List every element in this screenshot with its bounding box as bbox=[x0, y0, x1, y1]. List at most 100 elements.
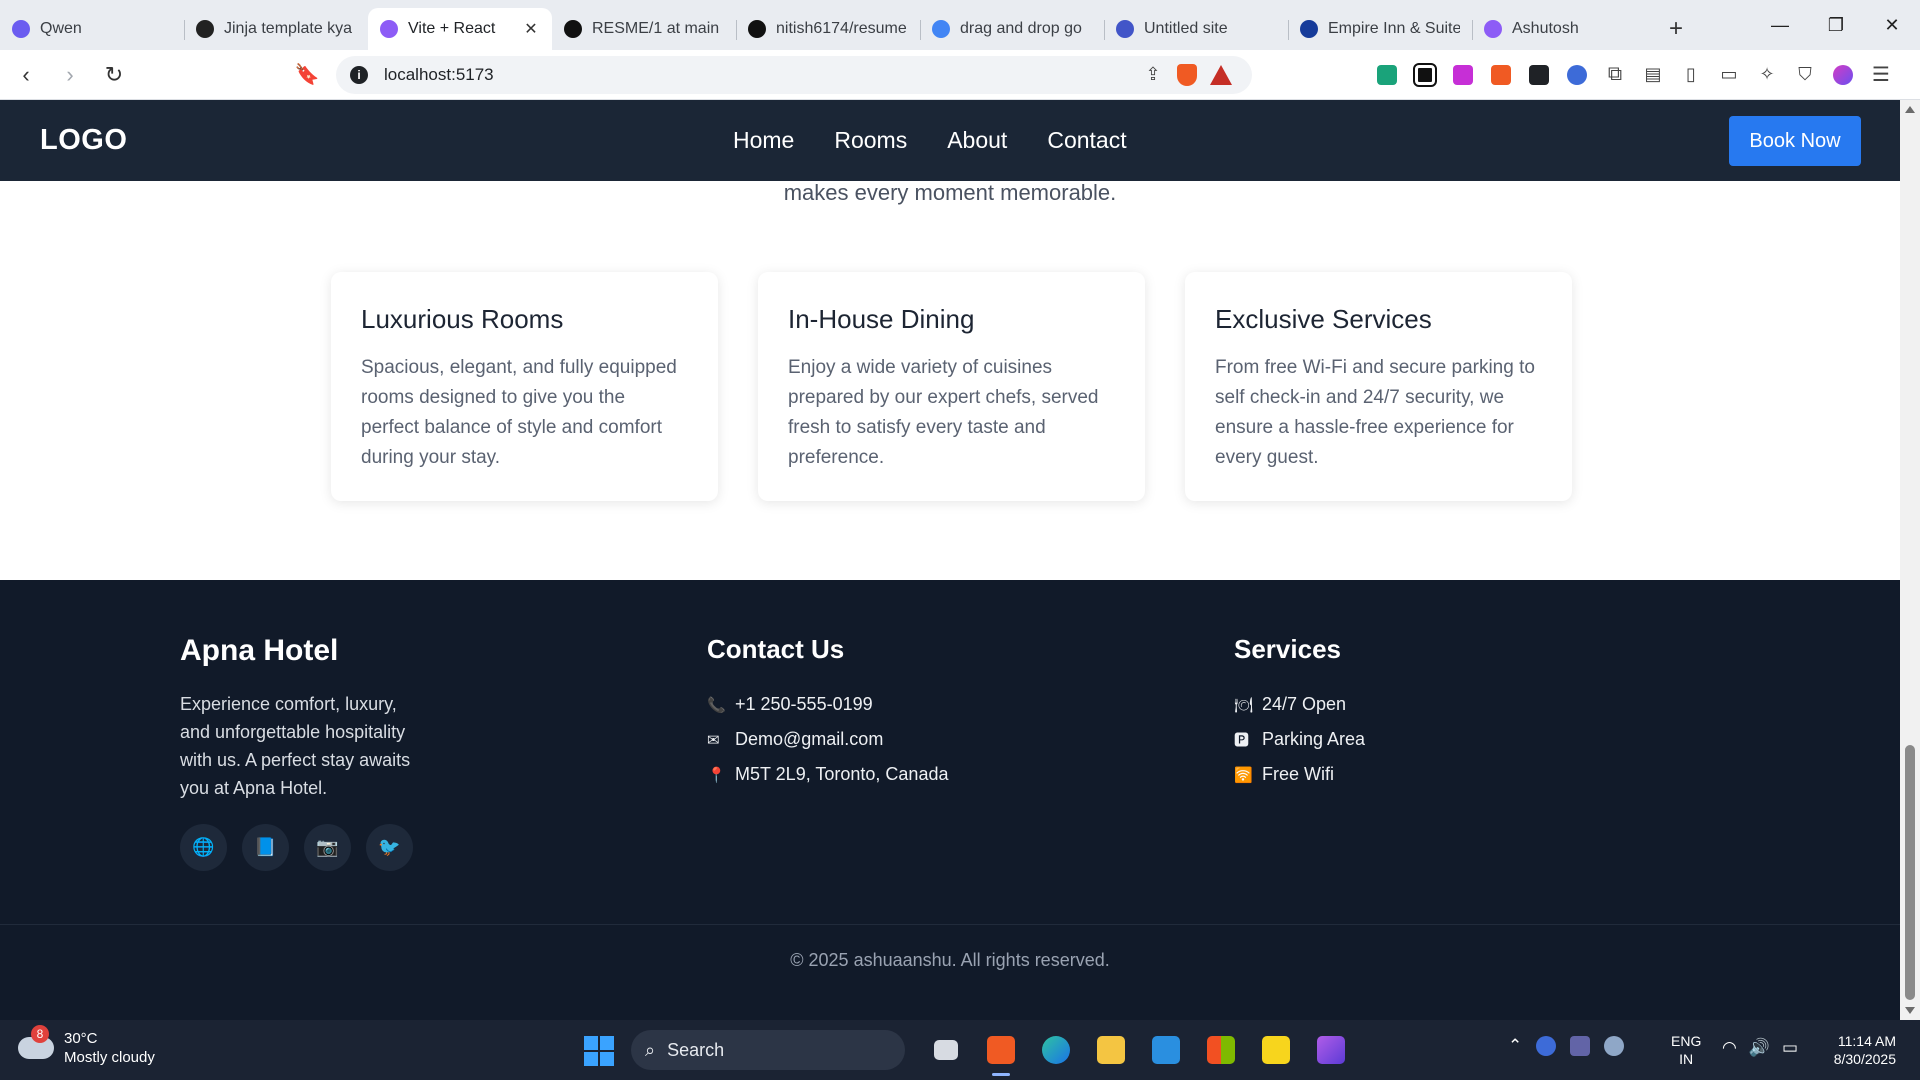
nav-home[interactable]: Home bbox=[733, 127, 794, 154]
book-now-button[interactable]: Book Now bbox=[1729, 116, 1861, 166]
language-indicator[interactable]: ENG IN bbox=[1671, 1032, 1701, 1068]
scroll-up-arrow-icon[interactable] bbox=[1905, 106, 1915, 113]
nav-contact[interactable]: Contact bbox=[1047, 127, 1126, 154]
task-view-icon[interactable] bbox=[918, 1030, 973, 1070]
site-logo[interactable]: LOGO bbox=[40, 124, 127, 157]
tray-app-icon[interactable] bbox=[1536, 1036, 1557, 1056]
parking-icon: 🅿 bbox=[1234, 732, 1250, 749]
feature-cards: Luxurious Rooms Spacious, elegant, and fu… bbox=[331, 272, 1572, 501]
github-icon bbox=[564, 20, 582, 38]
footer-contact: Contact Us 📞 +1 250-555-0199 ✉ Demo@gmail.c… bbox=[707, 634, 948, 792]
close-tab-icon[interactable]: ✕ bbox=[522, 19, 540, 39]
feature-card: Exclusive Services From free Wi-Fi and se… bbox=[1185, 272, 1572, 501]
clipchamp-icon[interactable] bbox=[1303, 1030, 1358, 1070]
leo-ai-icon[interactable]: ✧ bbox=[1748, 64, 1786, 85]
page-scrollbar[interactable] bbox=[1900, 100, 1920, 1020]
arrow-right-icon: › bbox=[66, 61, 74, 87]
extension-square-icon[interactable] bbox=[1406, 62, 1444, 87]
list-item-text: Free Wifi bbox=[1262, 764, 1334, 784]
url-field[interactable]: i localhost:5173 ⇪ bbox=[336, 55, 1252, 94]
list-item-text: +1 250-555-0199 bbox=[735, 694, 873, 714]
vpn-icon[interactable]: ⛉ bbox=[1786, 64, 1824, 85]
browser-tab[interactable]: Vite + React ✕ bbox=[368, 8, 552, 50]
list-item-text: Parking Area bbox=[1262, 729, 1366, 749]
browser-tab[interactable]: RESME/1 at main bbox=[552, 8, 736, 50]
booking-icon bbox=[1300, 20, 1318, 38]
extension-mail-icon[interactable] bbox=[1368, 64, 1406, 85]
url-text[interactable]: localhost:5173 bbox=[384, 65, 1136, 85]
reload-button[interactable]: ↻ bbox=[96, 57, 132, 93]
browser-tab[interactable]: Ashutosh bbox=[1472, 8, 1656, 50]
weather-widget[interactable]: 8 30°C Mostly cloudy bbox=[18, 1025, 155, 1067]
browser-tab[interactable]: Empire Inn & Suite bbox=[1288, 8, 1472, 50]
weather-badge: 8 bbox=[31, 1025, 49, 1043]
brave-shields-button[interactable] bbox=[1170, 63, 1204, 86]
taskbar-search[interactable]: ⌕ Search bbox=[631, 1030, 905, 1070]
menu-icon[interactable]: ☰ bbox=[1862, 62, 1900, 87]
start-button[interactable] bbox=[584, 1036, 614, 1066]
tab-title: nitish6174/resume bbox=[776, 20, 907, 37]
edge-browser-icon[interactable] bbox=[1028, 1030, 1083, 1070]
extensions-puzzle-icon[interactable]: ⧉ bbox=[1596, 63, 1634, 86]
new-tab-button[interactable]: + bbox=[1656, 8, 1696, 50]
social-book-icon[interactable]: 📘 bbox=[242, 824, 289, 871]
footer-divider bbox=[0, 924, 1900, 925]
services-heading: Services bbox=[1234, 634, 1341, 664]
window-controls: — ❐ ✕ bbox=[1752, 0, 1920, 50]
nav-rooms[interactable]: Rooms bbox=[834, 127, 907, 154]
sidebar-toggle-icon[interactable]: ▯ bbox=[1672, 64, 1710, 85]
vscode-icon[interactable] bbox=[1138, 1030, 1193, 1070]
browser-tab[interactable]: Qwen bbox=[0, 8, 184, 50]
share-icon[interactable]: ⇪ bbox=[1136, 64, 1170, 85]
extension-shield-icon[interactable] bbox=[1558, 64, 1596, 85]
bookmark-icon: 🔖 bbox=[294, 64, 320, 86]
browser-tab[interactable]: Jinja template kya bbox=[184, 8, 368, 50]
chevron-up-icon[interactable]: ⌃ bbox=[1508, 1036, 1522, 1056]
wallet-icon[interactable]: ▭ bbox=[1710, 64, 1748, 85]
language-code: ENG bbox=[1671, 1033, 1702, 1049]
reader-mode-icon[interactable]: ▤ bbox=[1634, 64, 1672, 85]
address-bar: ‹ › ↻ 🔖 i localhost:5173 ⇪ ⧉ ▤ ▯ ▭ ✧ ⛉ ☰ bbox=[0, 50, 1920, 100]
intro-text-tail: makes every moment memorable. bbox=[783, 180, 1117, 205]
social-globe-icon[interactable]: 🌐 bbox=[180, 824, 227, 871]
scroll-down-arrow-icon[interactable] bbox=[1905, 1007, 1915, 1014]
back-button[interactable]: ‹ bbox=[8, 57, 44, 93]
microsoft-store-icon[interactable] bbox=[1193, 1030, 1248, 1070]
browser-tab[interactable]: drag and drop go bbox=[920, 8, 1104, 50]
bookmark-button[interactable]: 🔖 bbox=[292, 62, 322, 87]
clock-time: 11:14 AM bbox=[1837, 1033, 1896, 1049]
tab-title: Vite + React bbox=[408, 20, 496, 37]
extension-x-icon[interactable] bbox=[1520, 64, 1558, 85]
site-info-icon[interactable]: i bbox=[350, 65, 368, 84]
close-window-button[interactable]: ✕ bbox=[1864, 0, 1920, 50]
pin-icon: 📍 bbox=[707, 766, 726, 784]
quick-settings[interactable]: ◠ 🔊 ▭ bbox=[1722, 1038, 1798, 1058]
social-camera-icon[interactable]: 📷 bbox=[304, 824, 351, 871]
forward-button[interactable]: › bbox=[52, 57, 88, 93]
browser-tab[interactable]: Untitled site bbox=[1104, 8, 1288, 50]
file-explorer-icon[interactable] bbox=[1083, 1030, 1138, 1070]
tab-title: RESME/1 at main bbox=[592, 20, 720, 37]
scroll-thumb[interactable] bbox=[1905, 745, 1915, 1000]
copyright: © 2025 ashuaanshu. All rights reserved. bbox=[790, 950, 1110, 970]
feature-card: Luxurious Rooms Spacious, elegant, and fu… bbox=[331, 272, 718, 501]
clock[interactable]: 11:14 AM 8/30/2025 bbox=[1826, 1032, 1896, 1068]
sticky-notes-icon[interactable] bbox=[1248, 1030, 1303, 1070]
minimize-button[interactable]: — bbox=[1752, 0, 1808, 50]
footer-about-text: Experience comfort, luxury, and unforget… bbox=[180, 694, 411, 798]
brave-rewards-button[interactable] bbox=[1204, 64, 1238, 85]
extension-translate-icon[interactable] bbox=[1482, 64, 1520, 85]
profile-avatar-icon[interactable] bbox=[1824, 64, 1862, 85]
brave-browser-icon[interactable] bbox=[973, 1030, 1028, 1076]
feature-text: From free Wi-Fi and secure parking to se… bbox=[1215, 357, 1535, 468]
nav-about[interactable]: About bbox=[947, 127, 1007, 154]
list-item-text: 24/7 Open bbox=[1262, 694, 1347, 714]
extension-download-icon[interactable] bbox=[1444, 64, 1482, 85]
onedrive-icon[interactable] bbox=[1604, 1036, 1625, 1056]
restore-button[interactable]: ❐ bbox=[1808, 0, 1864, 50]
social-bird-icon[interactable]: 🐦 bbox=[366, 824, 413, 871]
teams-icon[interactable] bbox=[1570, 1036, 1591, 1056]
list-item: 🛜 Free Wifi bbox=[1234, 757, 1365, 792]
search-icon: ⌕ bbox=[645, 1039, 656, 1060]
browser-tab[interactable]: nitish6174/resume bbox=[736, 8, 920, 50]
